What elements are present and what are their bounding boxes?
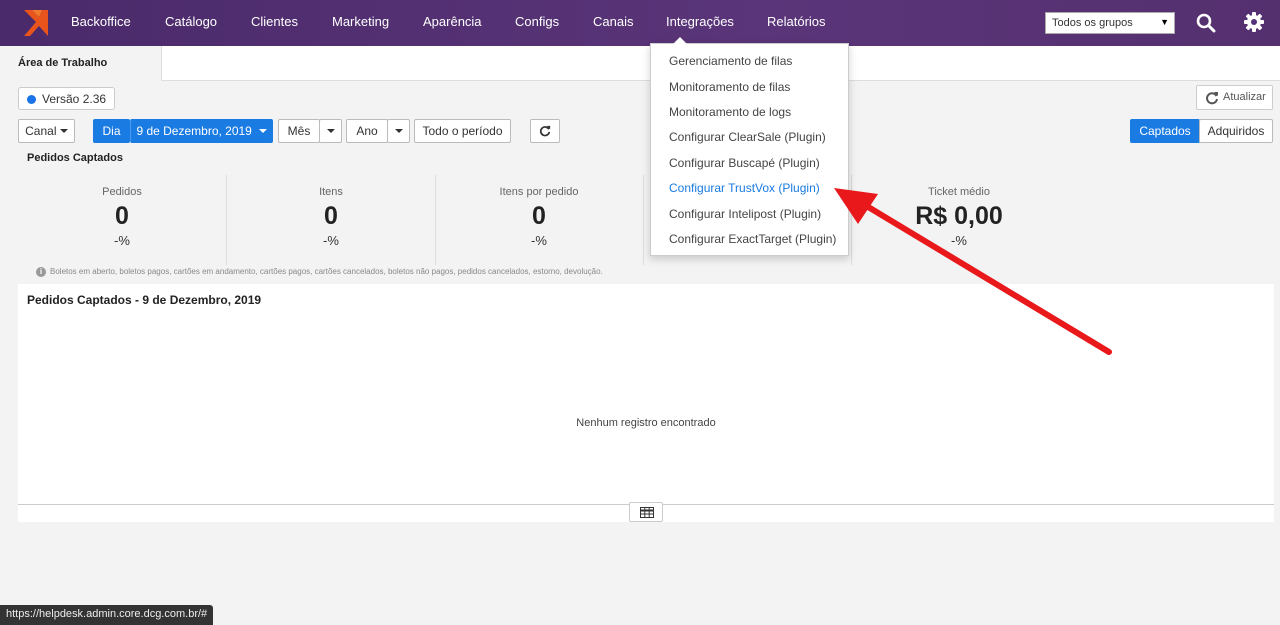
menu-item-intelipost[interactable]: Configurar Intelipost (Plugin) xyxy=(669,207,821,221)
version-label: Versão 2.36 xyxy=(42,92,107,106)
refresh-icon xyxy=(1206,92,1218,105)
menu-item-buscape[interactable]: Configurar Buscapé (Plugin) xyxy=(669,156,820,170)
dropdown-caret xyxy=(673,37,687,44)
table-view-button[interactable] xyxy=(629,502,663,522)
nav-aparencia[interactable]: Aparência xyxy=(423,14,482,29)
canal-dropdown[interactable]: Canal xyxy=(18,119,75,143)
refresh-icon xyxy=(539,125,551,137)
summary-title: Pedidos Captados xyxy=(27,152,123,164)
stat-label: Ticket médio xyxy=(928,186,990,198)
orders-panel: Pedidos Captados - 9 de Dezembro, 2019 N… xyxy=(18,284,1274,522)
refresh-button[interactable]: Atualizar xyxy=(1196,85,1273,110)
caret-down-icon xyxy=(258,129,267,133)
stat-ticket-medio: Ticket médio R$ 0,00 -% xyxy=(855,175,1063,265)
stat-value: 0 xyxy=(115,202,129,230)
nav-relatorios[interactable]: Relatórios xyxy=(767,14,826,29)
captados-toggle[interactable]: Captados xyxy=(1130,119,1200,143)
nav-backoffice[interactable]: Backoffice xyxy=(71,14,131,29)
info-icon: i xyxy=(36,267,46,277)
nav-clientes[interactable]: Clientes xyxy=(251,14,298,29)
stat-percent: -% xyxy=(323,233,339,248)
tab-bar: Área de Trabalho xyxy=(0,46,1280,81)
menu-item-monitoramento-filas[interactable]: Monitoramento de filas xyxy=(669,80,790,94)
nav-canais[interactable]: Canais xyxy=(593,14,633,29)
group-select[interactable]: Todos os grupos ▼ xyxy=(1045,12,1175,34)
stat-itens: Itens 0 -% xyxy=(227,175,435,265)
status-note-text: Boletos em aberto, boletos pagos, cartõe… xyxy=(50,267,603,276)
menu-item-trustvox[interactable]: Configurar TrustVox (Plugin) xyxy=(669,181,820,195)
stat-label: Itens xyxy=(319,186,343,198)
integracoes-dropdown-menu: Gerenciamento de filas Monitoramento de … xyxy=(650,37,849,256)
ano-button[interactable]: Ano xyxy=(346,119,388,143)
table-icon xyxy=(640,507,654,518)
stat-pedidos: Pedidos 0 -% xyxy=(18,175,226,265)
stat-itens-por-pedido: Itens por pedido 0 -% xyxy=(435,175,643,265)
stat-percent: -% xyxy=(114,233,130,248)
status-note: i Boletos em aberto, boletos pagos, cartõ… xyxy=(36,267,603,277)
ano-dropdown-toggle[interactable] xyxy=(387,119,410,143)
mes-button[interactable]: Mês xyxy=(278,119,320,143)
status-bar-url: https://helpdesk.admin.core.dcg.com.br/# xyxy=(0,605,214,625)
stat-label: Itens por pedido xyxy=(499,186,579,198)
stat-value: R$ 0,00 xyxy=(915,202,1003,230)
tab-area-de-trabalho[interactable]: Área de Trabalho xyxy=(0,46,162,81)
stat-percent: -% xyxy=(951,233,967,248)
nav-catalogo[interactable]: Catálogo xyxy=(165,14,217,29)
caret-down-icon xyxy=(59,129,68,133)
todo-periodo-button[interactable]: Todo o período xyxy=(414,119,511,143)
reload-button[interactable] xyxy=(530,119,560,143)
caret-down-icon xyxy=(394,129,403,133)
caret-down-icon xyxy=(326,129,335,133)
menu-item-monitoramento-logs[interactable]: Monitoramento de logs xyxy=(669,105,791,119)
canal-label: Canal xyxy=(25,124,57,138)
mes-dropdown-toggle[interactable] xyxy=(319,119,342,143)
stat-label: Pedidos xyxy=(102,186,142,198)
date-label: 9 de Dezembro, 2019 xyxy=(136,124,252,138)
brand-logo[interactable] xyxy=(22,8,50,38)
empty-message: Nenhum registro encontrado xyxy=(576,417,716,429)
menu-item-gerenciamento-filas[interactable]: Gerenciamento de filas xyxy=(669,54,792,68)
menu-item-clearsale[interactable]: Configurar ClearSale (Plugin) xyxy=(669,130,826,144)
group-select-value: Todos os grupos xyxy=(1052,17,1133,29)
menu-item-exacttarget[interactable]: Configurar ExactTarget (Plugin) xyxy=(669,232,836,246)
refresh-label: Atualizar xyxy=(1223,91,1266,103)
nav-integracoes[interactable]: Integrações xyxy=(666,14,734,29)
panel-title: Pedidos Captados - 9 de Dezembro, 2019 xyxy=(27,293,262,307)
version-badge: Versão 2.36 xyxy=(18,87,116,110)
divider xyxy=(643,175,644,265)
dia-button[interactable]: Dia xyxy=(93,119,130,143)
gear-icon[interactable] xyxy=(1244,12,1264,32)
stat-value: 0 xyxy=(532,202,546,230)
adquiridos-toggle[interactable]: Adquiridos xyxy=(1199,119,1273,143)
stat-value: 0 xyxy=(324,202,338,230)
date-picker[interactable]: 9 de Dezembro, 2019 xyxy=(130,119,273,143)
chevron-down-icon: ▼ xyxy=(1160,17,1169,27)
status-dot-icon xyxy=(27,95,36,104)
search-icon[interactable] xyxy=(1196,13,1216,33)
divider xyxy=(851,175,852,265)
nav-marketing[interactable]: Marketing xyxy=(332,14,389,29)
top-navbar: Backoffice Catálogo Clientes Marketing A… xyxy=(0,0,1280,46)
nav-configs[interactable]: Configs xyxy=(515,14,559,29)
stat-percent: -% xyxy=(531,233,547,248)
